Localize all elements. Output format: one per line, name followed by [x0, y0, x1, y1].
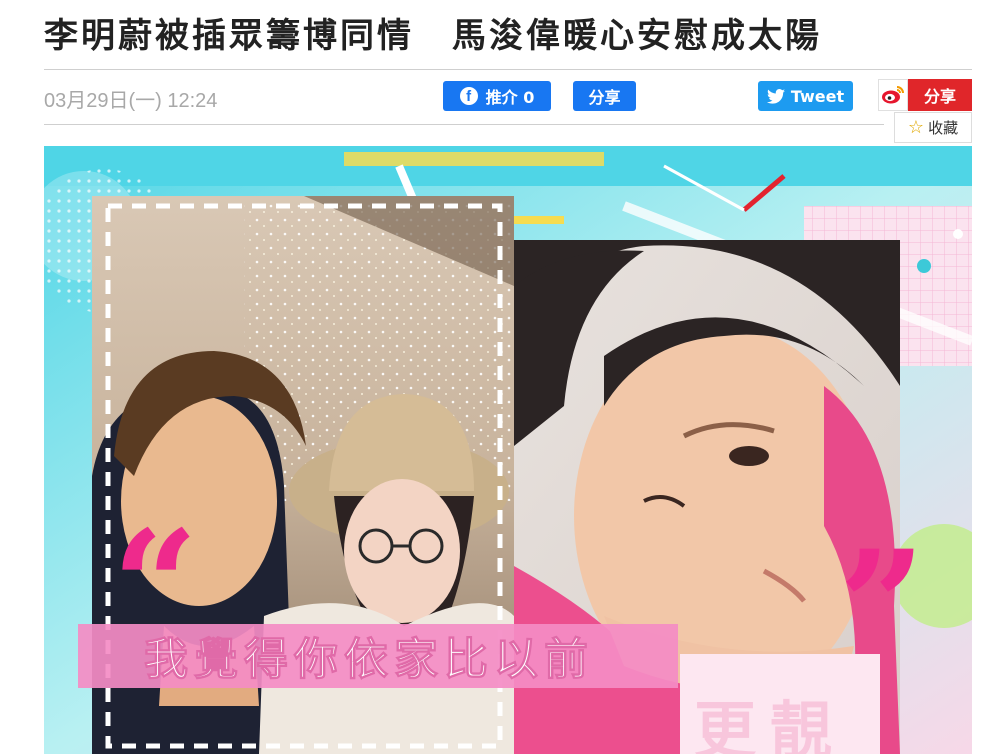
caption-text: 我覺得你依家比以前 [144, 634, 594, 685]
publish-date: 03月29日(一) 12:24 [44, 90, 218, 112]
facebook-icon: f [459, 87, 478, 105]
weibo-icon [878, 79, 908, 111]
facebook-share-button[interactable]: 分享 [573, 81, 636, 111]
divider-meta [44, 124, 884, 125]
caption-emphasis: 更靚 [694, 694, 846, 754]
favorite-label: 收藏 [928, 119, 959, 137]
tweet-label: Tweet [790, 86, 845, 106]
weibo-share-button[interactable]: 分享 [878, 79, 972, 111]
twitter-icon [766, 88, 785, 104]
facebook-share-label: 分享 [588, 88, 621, 107]
headline-part2: 馬浚偉暖心安慰成太陽 [452, 16, 822, 56]
weibo-share-label: 分享 [908, 79, 972, 111]
star-icon: ☆ [907, 117, 925, 138]
article-headline: 李明蔚被插眾籌博同情 馬浚偉暖心安慰成太陽 [44, 10, 964, 62]
divider-top [44, 69, 972, 70]
facebook-like-button[interactable]: f 推介 0 [443, 81, 551, 111]
favorite-button[interactable]: ☆ 收藏 [894, 112, 972, 143]
tweet-button[interactable]: Tweet [758, 81, 853, 111]
article-image: “ ” 我覺得你依家比以前 更靚 [44, 146, 972, 754]
weibo-share-widget: 分享 ☆ 收藏 [878, 79, 972, 145]
headline-part1: 李明蔚被插眾籌博同情 [44, 16, 414, 56]
facebook-like-label: 推介 0 [485, 88, 535, 107]
